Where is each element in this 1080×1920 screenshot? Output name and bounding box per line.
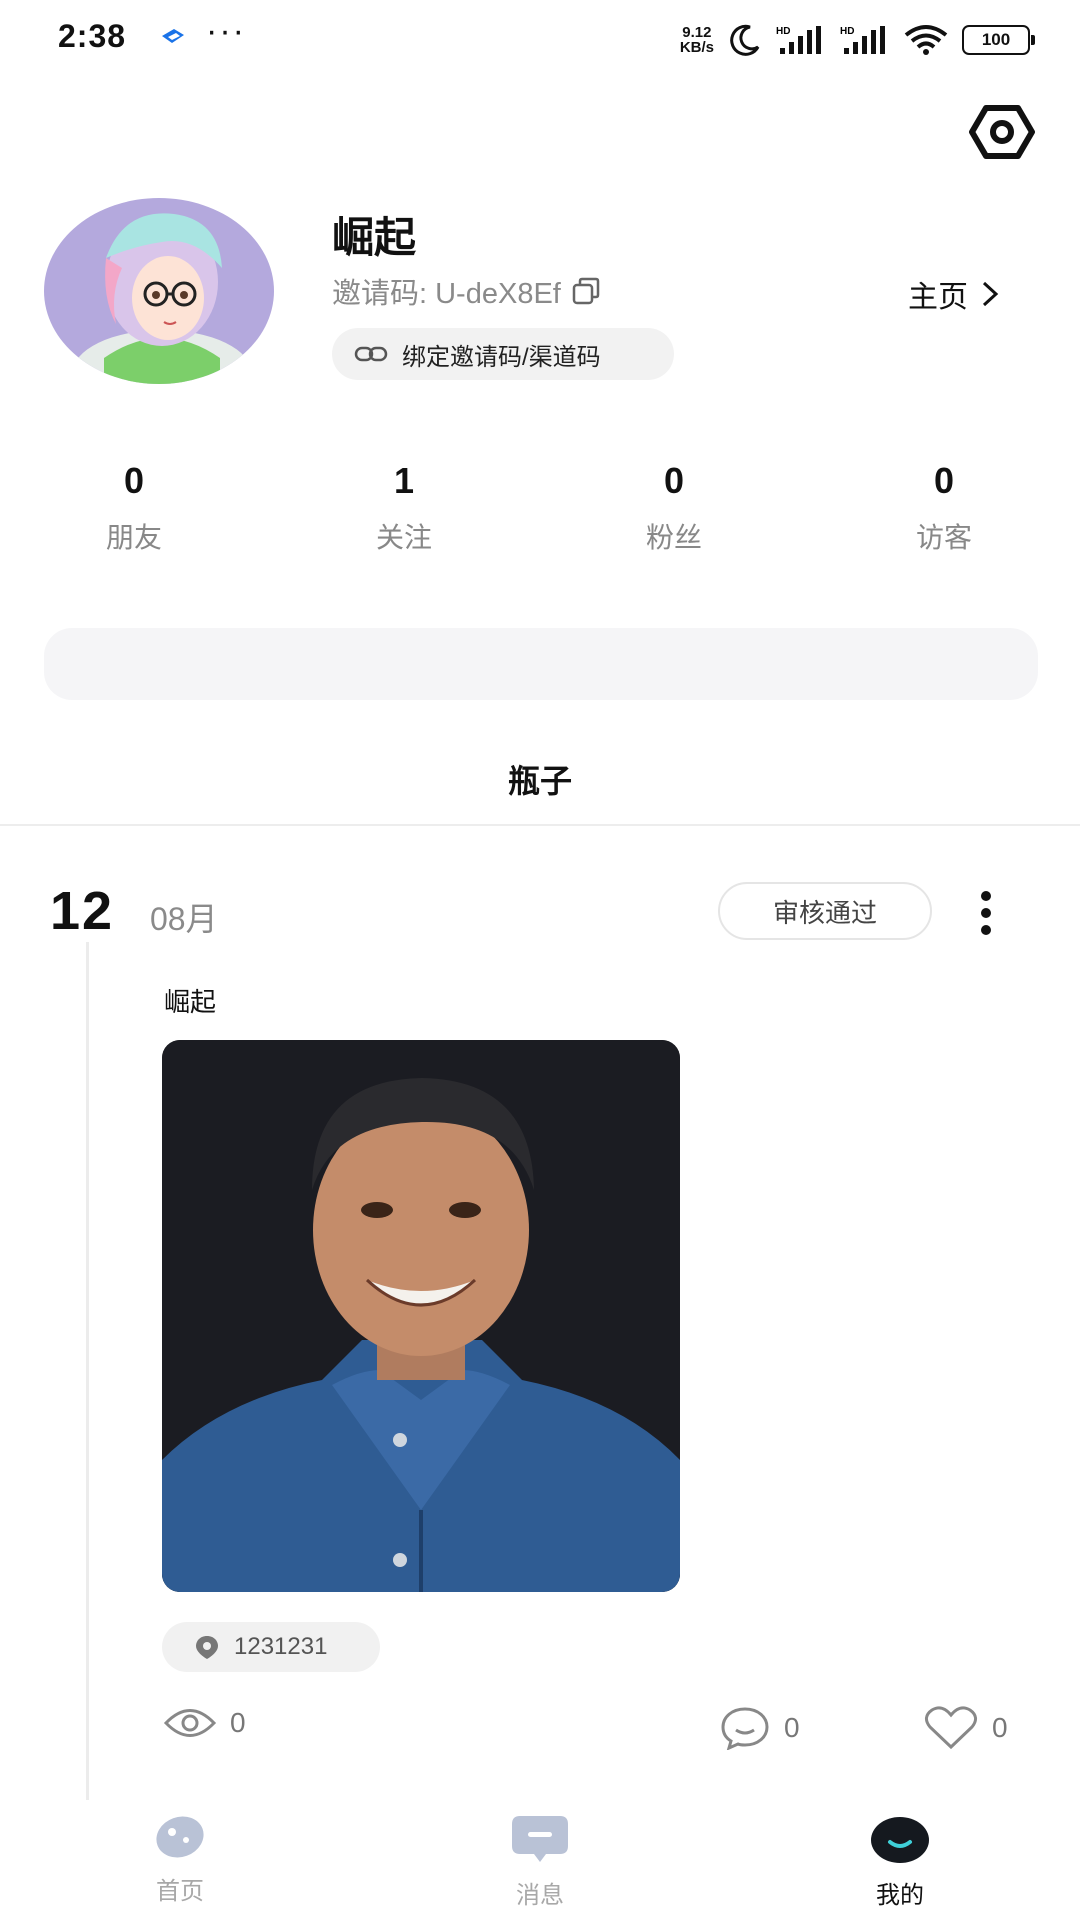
nav-messages-label: 消息 (516, 1882, 564, 1909)
bind-invite-code-button[interactable]: 绑定邀请码/渠道码 (332, 328, 674, 380)
chevron-right-icon (982, 281, 999, 307)
link-icon (354, 346, 388, 362)
stat-following[interactable]: 1 关注 (304, 460, 504, 556)
stat-label: 粉丝 (645, 522, 702, 553)
invite-code-row: 邀请码: U-deX8Ef (332, 270, 601, 312)
views-count: 0 (230, 1707, 246, 1738)
post-month: 08月 (150, 901, 218, 937)
comment-button[interactable]: 0 (720, 1706, 800, 1750)
stat-value: 0 (663, 460, 685, 501)
message-bubble-icon (512, 1816, 568, 1862)
stat-friends[interactable]: 0 朋友 (34, 460, 234, 556)
stat-value: 0 (123, 460, 145, 501)
status-time: 2:38 (58, 18, 127, 54)
likes-count: 0 (992, 1712, 1008, 1743)
nav-mine[interactable]: 我的 (820, 1814, 980, 1910)
stat-visitors[interactable]: 0 访客 (844, 460, 1044, 556)
location-pin-icon (196, 1636, 218, 1659)
location-tag[interactable]: 1231231 (162, 1622, 380, 1672)
invite-code: 邀请码: U-deX8Ef (332, 278, 561, 310)
stat-label: 朋友 (105, 522, 162, 553)
nav-messages[interactable]: 消息 (460, 1814, 620, 1910)
banner-card (44, 628, 1038, 700)
stat-value: 1 (393, 460, 415, 501)
net-speed-value: 9.12 (682, 24, 712, 41)
planet-icon (156, 1816, 204, 1858)
like-button[interactable]: 0 (924, 1706, 1008, 1750)
nav-mine-label: 我的 (876, 1882, 924, 1909)
stat-value: 0 (933, 460, 955, 501)
status-right: 9.12 KB/s HD HD 100 (680, 18, 1035, 62)
network-speed: 9.12 KB/s (680, 25, 714, 55)
homepage-label: 主页 (908, 281, 968, 314)
timeline-line (86, 942, 89, 1802)
wifi-icon (904, 25, 948, 55)
location-text: 1231231 (234, 1633, 328, 1660)
eye-icon (164, 1709, 216, 1737)
avatar[interactable] (44, 198, 274, 384)
signal-1-icon: HD (776, 26, 821, 54)
comments-count: 0 (784, 1712, 800, 1743)
stat-label: 访客 (915, 522, 972, 553)
svg-text:HD: HD (776, 26, 790, 37)
post-day: 12 (50, 881, 115, 941)
divider (0, 824, 1080, 826)
stat-fans[interactable]: 0 粉丝 (574, 460, 774, 556)
battery-icon: 100 (962, 25, 1035, 55)
more-vertical-icon[interactable] (976, 888, 996, 938)
heart-icon (925, 1706, 977, 1750)
stat-label: 关注 (375, 522, 432, 553)
app-notification-icon (162, 29, 184, 43)
views-counter: 0 (164, 1706, 246, 1740)
moon-icon (730, 24, 760, 56)
status-bar: 2:38 ··· 9.12 KB/s HD HD 100 (0, 0, 1080, 80)
review-status-badge: 审核通过 (718, 882, 932, 940)
comment-icon (721, 1707, 769, 1750)
username: 崛起 (332, 214, 417, 261)
profile-face-icon (871, 1817, 929, 1863)
signal-2-icon: HD (840, 26, 885, 54)
more-notifications-icon: ··· (206, 12, 246, 50)
tab-bottles[interactable]: 瓶子 (0, 756, 1080, 802)
nav-home[interactable]: 首页 (100, 1814, 260, 1906)
copy-icon[interactable] (571, 276, 601, 306)
nav-home-label: 首页 (156, 1878, 204, 1905)
post-text: 崛起 (164, 987, 217, 1017)
bind-label: 绑定邀请码/渠道码 (402, 343, 601, 371)
svg-text:HD: HD (840, 26, 854, 37)
settings-icon[interactable] (968, 104, 1036, 160)
homepage-link[interactable]: 主页 (908, 272, 1000, 316)
post-photo[interactable] (162, 1040, 680, 1592)
net-speed-unit: KB/s (679, 39, 714, 56)
